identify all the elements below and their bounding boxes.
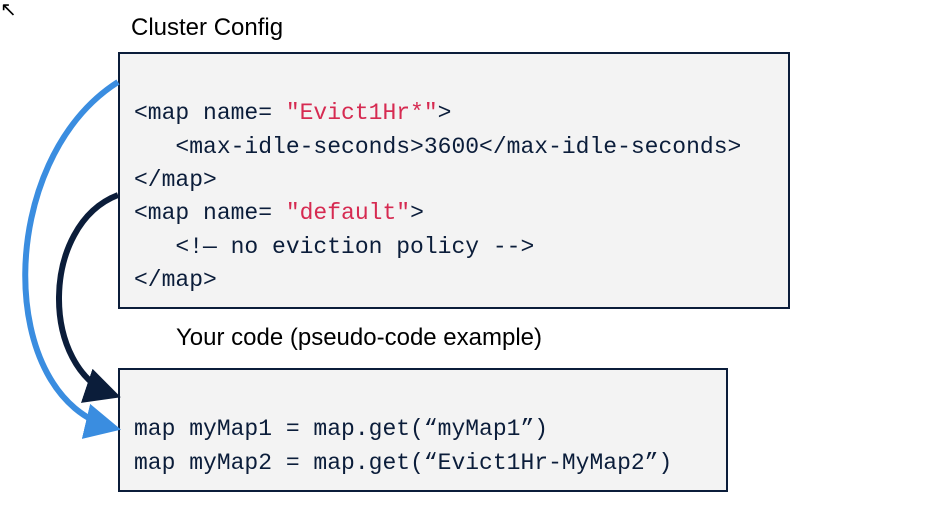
heading-cluster-config: Cluster Config [131, 14, 283, 42]
pseudocode-box: map myMap1 = map.get(“myMap1”) map myMap… [118, 368, 728, 492]
xml-map2-name-value: "default" [286, 200, 410, 226]
code-line-1: map myMap1 = map.get(“myMap1”) [134, 416, 548, 442]
xml-map1-close-tag: </map> [134, 167, 217, 193]
heading-your-code: Your code (pseudo-code example) [176, 324, 542, 352]
xml-map1-body: <max-idle-seconds>3600</max-idle-seconds… [134, 134, 741, 160]
xml-map1-name-value: "Evict1Hr*" [286, 100, 438, 126]
xml-map1-open-tag: <map name= [134, 100, 286, 126]
config-code-box: <map name= "Evict1Hr*"> <max-idle-second… [118, 52, 790, 309]
arrow-evict-to-mymap2 [25, 82, 118, 428]
cursor-icon: ↖ [0, 0, 17, 20]
arrow-default-to-mymap1 [59, 195, 118, 395]
xml-map2-body: <!— no eviction policy --> [134, 234, 534, 260]
xml-map2-open-tag: <map name= [134, 200, 286, 226]
code-line-2: map myMap2 = map.get(“Evict1Hr-MyMap2”) [134, 450, 672, 476]
xml-map2-open-close: > [410, 200, 424, 226]
xml-map2-close-tag: </map> [134, 267, 217, 293]
xml-map1-open-close: > [438, 100, 452, 126]
